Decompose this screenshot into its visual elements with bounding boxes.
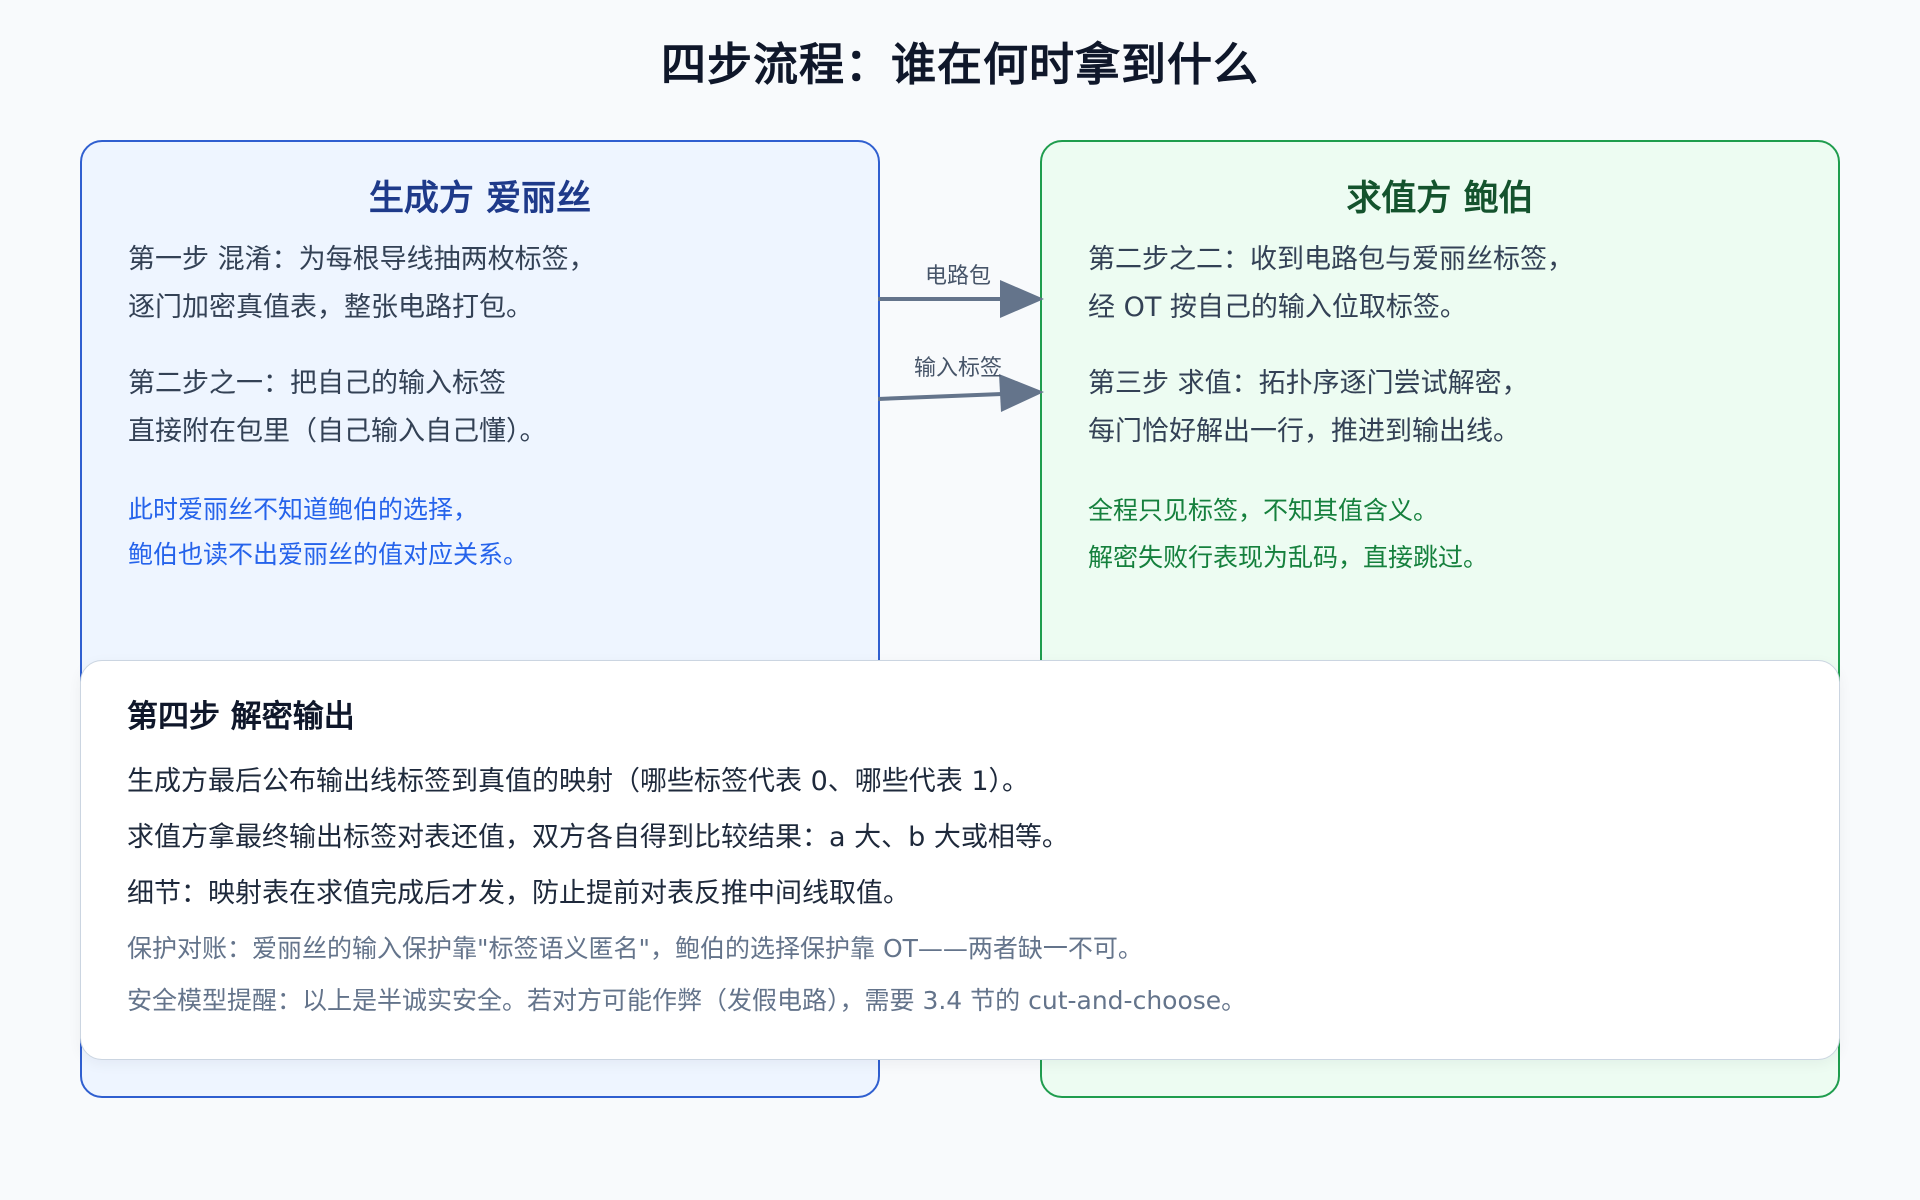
step3-line-2: 每门恰好解出一行，推进到输出线。 bbox=[1088, 416, 1520, 447]
step2b-text: 第二步之二：收到电路包与爱丽丝标签， 经 OT 按自己的输入位取标签。 bbox=[1088, 236, 1808, 332]
step3-text: 第三步 求值：拓扑序逐门尝试解密， 每门恰好解出一行，推进到输出线。 bbox=[1088, 360, 1808, 456]
step2a-text: 第二步之一：把自己的输入标签 直接附在包里（自己输入自己懂）。 bbox=[128, 360, 848, 456]
page-title: 四步流程：谁在何时拿到什么 bbox=[660, 38, 1259, 91]
circuit-arrow-head bbox=[1000, 280, 1044, 318]
protection-note: 保护对账：爱丽丝的输入保护靠"标签语义匿名"，鲍伯的选择保护靠 OT——两者缺一… bbox=[127, 934, 1143, 963]
generator-note-line-2: 鲍伯也读不出爱丽丝的值对应关系。 bbox=[128, 540, 529, 569]
labels-connector-label: 输入标签 bbox=[914, 356, 1003, 381]
generator-note-line-1: 此时爱丽丝不知道鲍伯的选择， bbox=[128, 495, 479, 524]
step2b-line-2: 经 OT 按自己的输入位取标签。 bbox=[1088, 292, 1467, 323]
step1-text: 第一步 混淆：为每根导线抽两枚标签， 逐门加密真值表，整张电路打包。 bbox=[128, 236, 848, 332]
step4-title: 第四步 解密输出 bbox=[127, 699, 355, 735]
step2a-line-2: 直接附在包里（自己输入自己懂）。 bbox=[128, 416, 547, 447]
step2a-line-1: 第二步之一：把自己的输入标签 bbox=[128, 368, 506, 399]
circuit-connector-label: 电路包 bbox=[925, 264, 992, 289]
generator-title: 生成方 爱丽丝 bbox=[368, 179, 592, 219]
step2b-line-1: 第二步之二：收到电路包与爱丽丝标签， bbox=[1088, 244, 1574, 275]
step4-line-3: 细节：映射表在求值完成后才发，防止提前对表反推中间线取值。 bbox=[127, 878, 910, 909]
step4-line-1: 生成方最后公布输出线标签到真值的映射（哪些标签代表 0、哪些代表 1）。 bbox=[127, 766, 1030, 797]
step3-line-1: 第三步 求值：拓扑序逐门尝试解密， bbox=[1088, 368, 1529, 399]
evaluator-title: 求值方 鲍伯 bbox=[1346, 179, 1534, 219]
output-card: 第四步 解密输出 生成方最后公布输出线标签到真值的映射（哪些标签代表 0、哪些代… bbox=[80, 660, 1840, 1060]
labels-arrow-head bbox=[999, 374, 1044, 412]
step4-line-2: 求值方拿最终输出标签对表还值，双方各自得到比较结果：a 大、b 大或相等。 bbox=[127, 822, 1069, 853]
generator-note: 此时爱丽丝不知道鲍伯的选择， 鲍伯也读不出爱丽丝的值对应关系。 bbox=[128, 487, 848, 577]
step1-line-1: 第一步 混淆：为每根导线抽两枚标签， bbox=[128, 244, 596, 275]
evaluator-note-line-2: 解密失败行表现为乱码，直接跳过。 bbox=[1088, 543, 1489, 572]
labels-arrow-line bbox=[878, 392, 1003, 401]
step1-line-2: 逐门加密真值表，整张电路打包。 bbox=[128, 292, 533, 323]
security-model-note: 安全模型提醒：以上是半诚实安全。若对方可能作弊（发假电路），需要 3.4 节的 … bbox=[127, 986, 1247, 1015]
evaluator-note: 全程只见标签，不知其值含义。 解密失败行表现为乱码，直接跳过。 bbox=[1088, 487, 1808, 581]
evaluator-note-line-1: 全程只见标签，不知其值含义。 bbox=[1088, 496, 1439, 525]
